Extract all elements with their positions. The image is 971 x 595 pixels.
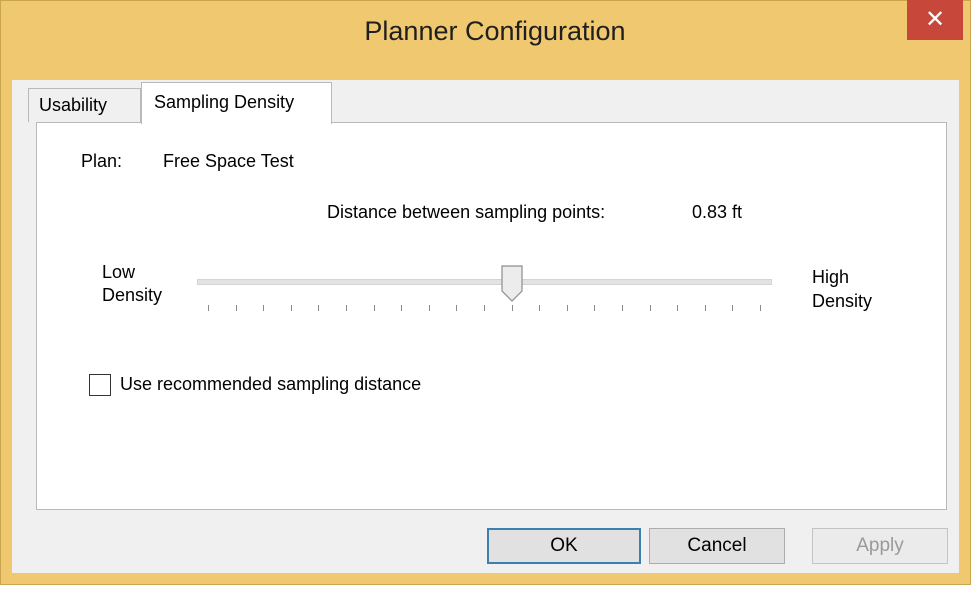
slider-tick: [290, 305, 292, 311]
slider-tick: [456, 305, 458, 311]
slider-tick: [760, 305, 761, 311]
density-slider-thumb[interactable]: [500, 265, 523, 303]
slider-tick: [373, 305, 375, 311]
close-icon: ✕: [924, 6, 946, 33]
cancel-button[interactable]: Cancel: [649, 528, 785, 564]
use-recommended-label: Use recommended sampling distance: [120, 374, 422, 394]
slider-tick: [511, 305, 513, 311]
tab-sampling-density-label: Sampling Density: [154, 92, 295, 112]
slider-tick: [732, 305, 734, 311]
density-slider-track[interactable]: [197, 279, 772, 285]
tab-sampling-density[interactable]: Sampling Density: [141, 82, 332, 124]
plan-label: Plan:: [81, 151, 123, 171]
sampling-density-panel: [36, 122, 947, 510]
slider-tick: [704, 305, 706, 311]
tab-usability[interactable]: Usability: [28, 88, 141, 122]
slider-tick: [539, 305, 541, 311]
slider-tick: [484, 305, 485, 311]
low-density-label-line2: Density: [102, 285, 163, 305]
slider-tick: [594, 305, 596, 311]
ok-button[interactable]: OK: [487, 528, 641, 564]
high-density-label-line1: High: [812, 267, 850, 287]
use-recommended-checkbox[interactable]: [89, 374, 111, 396]
high-density-label-line2: Density: [812, 291, 873, 311]
planner-configuration-window: Planner Configuration ✕ Usability Sampli…: [0, 0, 971, 595]
distance-label: Distance between sampling points:: [327, 202, 606, 222]
window-title: Planner Configuration: [364, 16, 626, 46]
close-button[interactable]: ✕: [907, 0, 963, 40]
slider-tick: [566, 305, 568, 311]
slider-tick: [346, 305, 347, 311]
distance-value: 0.83 ft: [692, 202, 743, 222]
slider-tick: [401, 305, 403, 311]
tab-usability-label: Usability: [39, 95, 108, 115]
slider-tick: [235, 305, 237, 311]
slider-tick: [649, 305, 651, 311]
slider-tick: [318, 305, 320, 311]
plan-value: Free Space Test: [163, 151, 294, 171]
slider-tick: [622, 305, 623, 311]
low-density-label-line1: Low: [102, 262, 136, 282]
apply-button[interactable]: Apply: [812, 528, 948, 564]
slider-tick: [263, 305, 265, 311]
slider-tick: [428, 305, 430, 311]
slider-tick: [208, 305, 209, 311]
slider-tick: [677, 305, 679, 311]
